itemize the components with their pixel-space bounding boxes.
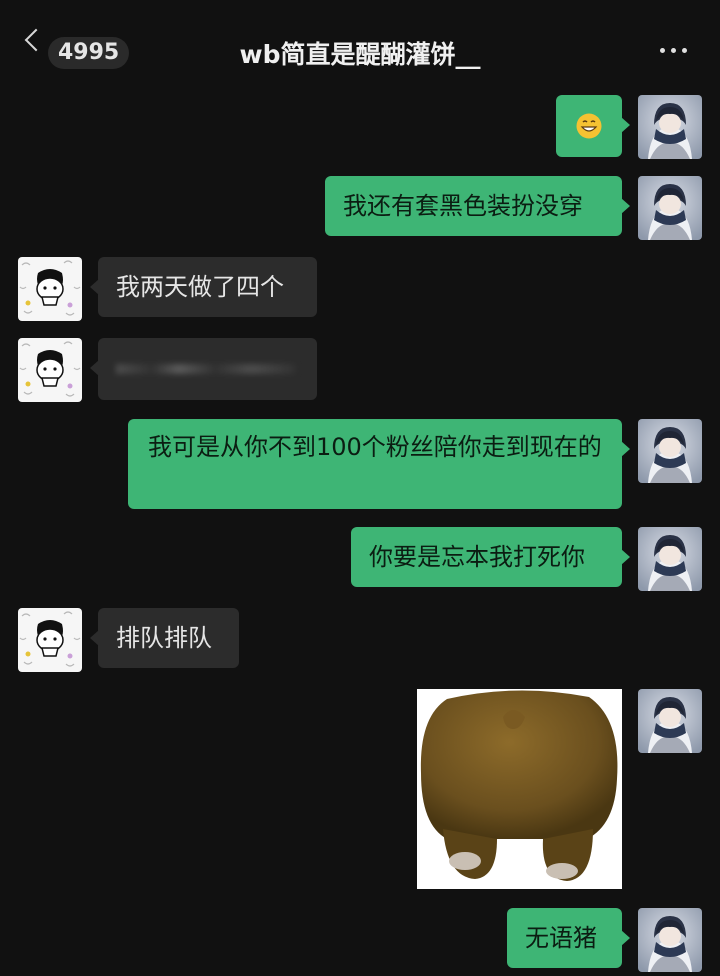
chat-title: wb简直是醍醐灌饼__ <box>239 40 481 69</box>
friend-avatar[interactable] <box>18 257 82 321</box>
message-bubble[interactable]: 我还有套黑色装扮没穿 <box>325 176 630 236</box>
friend-avatar[interactable] <box>18 338 82 402</box>
message-text: 我还有套黑色装扮没穿 <box>343 192 583 220</box>
chat-header: 4995 wb简直是醍醐灌饼__ <box>0 0 720 80</box>
message-bubble-blurred[interactable] <box>90 338 317 400</box>
back-chevron-icon[interactable] <box>24 28 48 52</box>
more-options-icon[interactable] <box>660 48 687 53</box>
my-avatar[interactable] <box>638 419 702 483</box>
friend-avatar[interactable] <box>18 608 82 672</box>
message-text: 无语猪 <box>525 924 597 952</box>
message-bubble[interactable]: 你要是忘本我打死你 <box>351 527 630 587</box>
unread-count-badge[interactable]: 4995 <box>48 37 130 69</box>
bear-back-sticker[interactable] <box>417 689 622 889</box>
message-bubble[interactable]: 无语猪 <box>507 908 630 968</box>
grinning-face-icon <box>576 113 602 147</box>
message-text: 你要是忘本我打死你 <box>369 543 585 571</box>
blurred-content <box>116 364 296 374</box>
message-text: 我可是从你不到100个粉丝陪你走到现在的 <box>148 433 602 461</box>
my-avatar[interactable] <box>638 176 702 240</box>
message-bubble[interactable]: 我两天做了四个 <box>90 257 317 317</box>
my-avatar[interactable] <box>638 527 702 591</box>
my-avatar[interactable] <box>638 689 702 753</box>
my-avatar[interactable] <box>638 95 702 159</box>
message-bubble-emoji[interactable] <box>556 95 630 157</box>
message-bubble[interactable]: 我可是从你不到100个粉丝陪你走到现在的 <box>128 419 630 509</box>
message-text: 我两天做了四个 <box>116 273 284 301</box>
my-avatar[interactable] <box>638 908 702 972</box>
message-bubble[interactable]: 排队排队 <box>90 608 239 668</box>
message-text: 排队排队 <box>116 624 212 652</box>
